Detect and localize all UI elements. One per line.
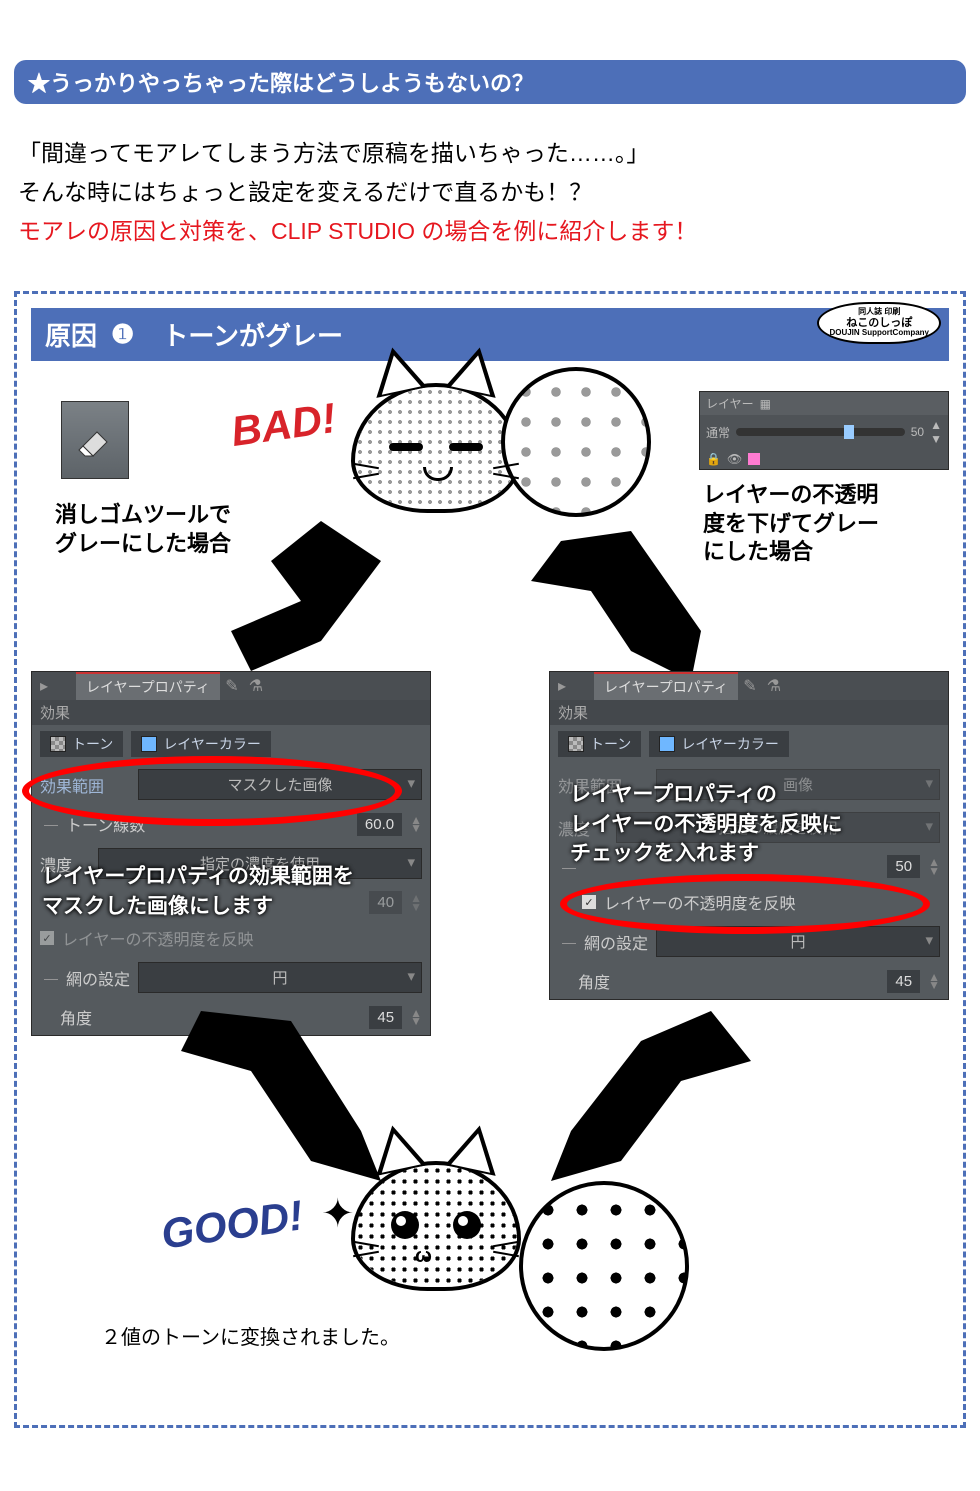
panel-left-instruction: レイヤープロパティの効果範囲を マスクした画像にします — [42, 862, 354, 921]
section-title-bar: ★うっかりやっちゃった際はどうしようもないの？ — [14, 60, 966, 104]
stepper-icon[interactable]: ▲▼ — [928, 973, 940, 990]
panel-menu-icon[interactable]: ▸ — [32, 676, 56, 696]
tab-layer-property[interactable]: レイヤープロパティ — [594, 672, 738, 700]
bad-label: BAD! — [228, 394, 339, 456]
net-setting-label: 網の設定 — [584, 930, 648, 954]
arrow-to-result-right — [531, 1011, 751, 1181]
stepper-icon[interactable]: ▲▼ — [930, 418, 942, 446]
layer-tab-label: レイヤー — [706, 395, 754, 412]
sparkle-icon: ✦ — [321, 1191, 355, 1237]
section-effect: 効果 — [32, 700, 430, 725]
intro-text: 「間違ってモアレてしまう方法で原稿を描いちゃった……。」 そんな時にはちょっと設… — [18, 134, 962, 251]
stepper-icon[interactable]: ▲▼ — [928, 858, 940, 875]
stepper-icon[interactable]: ▲▼ — [410, 1009, 422, 1026]
layercolor-swatch-icon — [659, 736, 675, 752]
cause-number: ❶ — [111, 319, 134, 350]
visibility-icon[interactable]: 👁 — [727, 452, 742, 466]
net-setting-label: 網の設定 — [66, 966, 130, 990]
layer-palette-mini: レイヤー ▦ 通常 50 ▲▼ 🔒 👁 — [699, 391, 949, 470]
logo-top: 同人誌 印刷 — [829, 308, 929, 317]
tab-layer-property[interactable]: レイヤープロパティ — [76, 672, 220, 700]
chip-tone[interactable]: トーン — [40, 731, 123, 757]
cat-mouth-icon: ω — [415, 1245, 432, 1268]
layer-property-panel-right: ▸ レイヤープロパティ ✎ ⚗ 効果 トーン レイヤーカラー 効果範囲 画像 濃… — [549, 671, 949, 1000]
intro-line2: そんな時にはちょっと設定を変えるだけで直るかも！？ — [18, 173, 962, 212]
stepper-icon[interactable]: ▲▼ — [410, 894, 422, 911]
reflect-opacity-checkbox[interactable]: ✓ — [582, 895, 596, 909]
tone-swatch-icon — [568, 736, 584, 752]
wand-icon[interactable]: ✎ — [738, 676, 762, 696]
cause-title: トーンがグレー — [162, 316, 343, 353]
opacity-num: 40 — [369, 891, 402, 914]
panel-menu-icon[interactable]: ▸ — [550, 676, 574, 696]
good-label: GOOD! — [158, 1192, 306, 1259]
chip-layer-color[interactable]: レイヤーカラー — [131, 731, 271, 757]
layer-mask-thumb-icon: ▦ — [760, 397, 771, 411]
layercolor-swatch-icon — [141, 736, 157, 752]
cat-good-illustration: ω — [351, 1161, 521, 1291]
logo-bottom: DOUJIN SupportCompany — [829, 329, 929, 338]
section-title: ★うっかりやっちゃった際はどうしようもないの？ — [28, 71, 534, 96]
blend-mode: 通常 — [706, 424, 730, 441]
magnifier-grey-dots — [501, 367, 651, 517]
caption-opacity: レイヤーの不透明 度を下げてグレー にした場合 — [703, 481, 943, 567]
result-caption: ２値のトーンに変換されました。 — [101, 1321, 400, 1350]
arrow-down-left — [181, 521, 381, 671]
intro-line3: モアレの原因と対策を、CLIP STUDIO の場合を例に紹介します！ — [18, 212, 962, 251]
eraser-tool-icon — [61, 401, 129, 479]
opacity-value: 50 — [911, 425, 924, 439]
collapse-icon[interactable]: — — [44, 970, 58, 986]
intro-line1: 「間違ってモアレてしまう方法で原稿を描いちゃった……。」 — [18, 134, 962, 173]
stepper-icon[interactable]: ▲▼ — [410, 816, 422, 833]
net-dropdown[interactable]: 円 — [138, 962, 422, 993]
effect-range-label: 効果範囲 — [40, 773, 130, 797]
layer-property-panel-left: ▸ レイヤープロパティ ✎ ⚗ 効果 トーン レイヤーカラー 効果範囲 マスクし… — [31, 671, 431, 1036]
lock-icon[interactable]: 🔒 — [706, 452, 721, 466]
angle-value: 45 — [887, 970, 920, 993]
cat-bad-illustration — [351, 383, 521, 513]
net-dropdown[interactable]: 円 — [656, 926, 940, 957]
chip-tone[interactable]: トーン — [558, 731, 641, 757]
wand-icon[interactable]: ✎ — [220, 676, 244, 696]
color-swatch-icon — [748, 453, 760, 465]
opacity-slider[interactable] — [736, 428, 905, 436]
reflect-opacity-checkbox[interactable]: ✓ — [40, 931, 54, 945]
opacity-num: 50 — [887, 855, 920, 878]
chip-layer-color[interactable]: レイヤーカラー — [649, 731, 789, 757]
panel-right-instruction: レイヤープロパティの レイヤーの不透明度を反映に チェックを入れます — [570, 780, 842, 868]
tone-lines-value: 60.0 — [357, 813, 402, 836]
tone-lines-label: トーン線数 — [66, 812, 145, 836]
tutorial-frame: 原因 ❶ トーンがグレー 同人誌 印刷 ねこのしっぽ DOUJIN Support… — [14, 291, 966, 1428]
flask-icon[interactable]: ⚗ — [244, 676, 268, 696]
diagram-area: BAD! レイヤー ▦ — [31, 361, 949, 1411]
effect-range-dropdown[interactable]: マスクした画像 — [138, 769, 422, 800]
collapse-icon[interactable]: — — [44, 816, 58, 832]
cause-prefix: 原因 — [45, 316, 97, 353]
collapse-icon[interactable]: — — [562, 934, 576, 950]
arrow-to-result-left — [181, 1011, 401, 1181]
section-effect: 効果 — [550, 700, 948, 725]
reflect-opacity-label: レイヤーの不透明度を反映 — [62, 926, 254, 950]
reflect-opacity-label: レイヤーの不透明度を反映 — [604, 890, 796, 914]
arrow-down-right — [531, 531, 731, 681]
tone-swatch-icon — [50, 736, 66, 752]
flask-icon[interactable]: ⚗ — [762, 676, 786, 696]
angle-label: 角度 — [578, 969, 638, 993]
magnifier-black-dots — [519, 1181, 689, 1351]
brand-logo: 同人誌 印刷 ねこのしっぽ DOUJIN SupportCompany — [817, 302, 941, 344]
angle-label: 角度 — [60, 1005, 120, 1029]
eraser-icon — [75, 420, 115, 460]
